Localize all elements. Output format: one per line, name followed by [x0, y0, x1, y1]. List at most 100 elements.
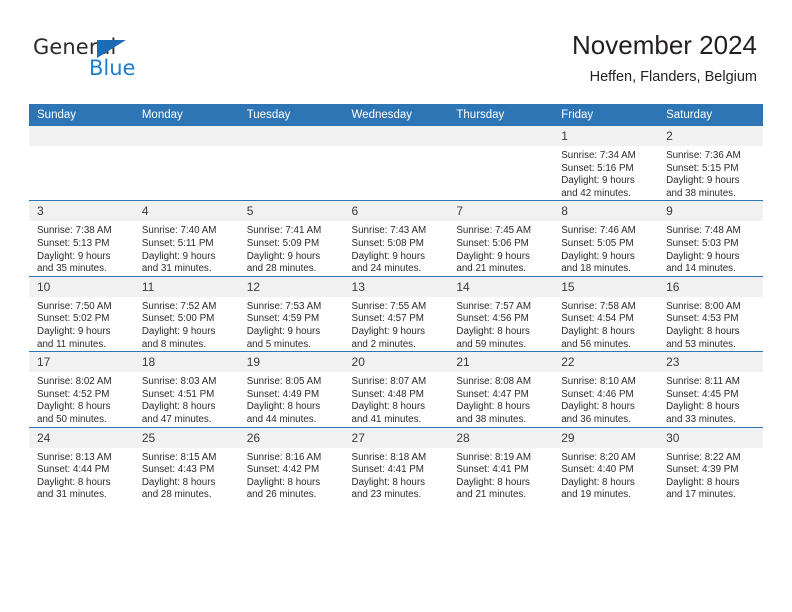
calendar-cell-empty	[448, 126, 554, 201]
day-details: Sunrise: 8:00 AM Sunset: 4:53 PM Daylight:…	[658, 297, 763, 351]
calendar-cell-empty	[343, 126, 449, 201]
daylight-text: and 47 minutes.	[141, 413, 212, 425]
logo-text-blue: Blue	[89, 56, 136, 80]
daylight-text: Daylight: 9 hours	[141, 250, 216, 262]
daylight-text: and 33 minutes.	[666, 413, 736, 425]
calendar-day-cell[interactable]: 20 Sunrise: 8:07 AM Sunset: 4:48 PM Dayligh…	[343, 351, 449, 427]
day-details: Sunrise: 8:02 AM Sunset: 4:52 PM Daylight:…	[29, 372, 134, 426]
calendar-day-cell[interactable]: 9 Sunrise: 7:48 AM Sunset: 5:03 PM Daylight…	[658, 200, 763, 277]
daylight-text: Daylight: 8 hours	[666, 401, 740, 413]
calendar-day-cell[interactable]: 6 Sunrise: 7:43 AM Sunset: 5:08 PM Daylight…	[343, 200, 449, 277]
sunrise-text: Sunrise: 8:10 AM	[561, 376, 636, 388]
day-details: Sunrise: 8:15 AM Sunset: 4:43 PM Daylight:…	[134, 448, 239, 502]
calendar-day-cell[interactable]: 27 Sunrise: 8:18 AM Sunset: 4:41 PM Dayligh…	[343, 426, 449, 502]
day-number: 6	[343, 201, 449, 222]
day-number: 28	[448, 427, 554, 448]
day-number: 3	[29, 201, 134, 222]
sunset-text: Sunset: 4:43 PM	[141, 464, 215, 476]
day-number	[133, 126, 239, 146]
sunrise-text: Sunrise: 7:43 AM	[351, 225, 427, 237]
sunrise-text: Sunrise: 7:53 AM	[246, 300, 322, 312]
calendar-day-cell[interactable]: 15 Sunrise: 7:58 AM Sunset: 4:54 PM Dayligh…	[553, 275, 659, 352]
daylight-text: and 42 minutes.	[561, 187, 631, 199]
daylight-text: Daylight: 8 hours	[246, 476, 321, 488]
weekday-header-tuesday: Tuesday	[238, 104, 344, 126]
page-subtitle: Heffen, Flanders, Belgium	[589, 69, 757, 85]
calendar-day-cell[interactable]: 2 Sunrise: 7:36 AM Sunset: 5:15 PM Daylight…	[658, 126, 763, 201]
daylight-text: Daylight: 9 hours	[666, 250, 740, 262]
sunrise-text: Sunrise: 7:50 AM	[37, 300, 112, 312]
sunset-text: Sunset: 5:02 PM	[37, 313, 110, 325]
day-number: 1	[553, 126, 659, 146]
calendar-day-cell[interactable]: 8 Sunrise: 7:46 AM Sunset: 5:05 PM Daylight…	[553, 200, 659, 277]
day-details: Sunrise: 7:38 AM Sunset: 5:13 PM Daylight:…	[29, 221, 134, 275]
calendar-day-cell[interactable]: 25 Sunrise: 8:15 AM Sunset: 4:43 PM Dayligh…	[133, 426, 239, 502]
sunset-text: Sunset: 4:48 PM	[351, 388, 424, 400]
day-details: Sunrise: 8:13 AM Sunset: 4:44 PM Daylight:…	[29, 448, 134, 502]
calendar-day-cell[interactable]: 22 Sunrise: 8:10 AM Sunset: 4:46 PM Dayligh…	[553, 351, 659, 427]
calendar-day-cell[interactable]: 1 Sunrise: 7:34 AM Sunset: 5:16 PM Daylight…	[553, 126, 659, 201]
daylight-text: and 50 minutes.	[37, 413, 107, 425]
calendar-day-cell[interactable]: 7 Sunrise: 7:45 AM Sunset: 5:06 PM Daylight…	[448, 200, 554, 277]
daylight-text: and 17 minutes.	[666, 489, 736, 501]
daylight-text: and 38 minutes.	[666, 187, 736, 199]
weekday-header-wednesday: Wednesday	[343, 104, 449, 126]
calendar-day-cell[interactable]: 30 Sunrise: 8:22 AM Sunset: 4:39 PM Dayligh…	[658, 426, 763, 502]
calendar-day-cell[interactable]: 26 Sunrise: 8:16 AM Sunset: 4:42 PM Dayligh…	[238, 426, 344, 502]
sunrise-text: Sunrise: 8:02 AM	[37, 376, 112, 388]
general-blue-logo[interactable]: General Blue	[33, 36, 213, 84]
day-number	[448, 126, 554, 146]
sunrise-text: Sunrise: 7:34 AM	[561, 150, 636, 161]
day-number: 23	[658, 352, 763, 373]
daylight-text: Daylight: 8 hours	[666, 476, 740, 488]
sunset-text: Sunset: 4:41 PM	[456, 464, 529, 476]
calendar-day-cell[interactable]: 16 Sunrise: 8:00 AM Sunset: 4:53 PM Dayligh…	[658, 275, 763, 352]
calendar-day-cell[interactable]: 14 Sunrise: 7:57 AM Sunset: 4:56 PM Dayligh…	[448, 275, 554, 352]
sunset-text: Sunset: 4:53 PM	[666, 313, 739, 325]
calendar-day-cell[interactable]: 5 Sunrise: 7:41 AM Sunset: 5:09 PM Daylight…	[238, 200, 344, 277]
day-details: Sunrise: 8:07 AM Sunset: 4:48 PM Daylight:…	[344, 372, 449, 426]
day-number: 24	[29, 427, 134, 448]
calendar-cell-empty	[29, 126, 134, 201]
day-number	[238, 126, 344, 146]
calendar-day-cell[interactable]: 13 Sunrise: 7:55 AM Sunset: 4:57 PM Dayligh…	[343, 275, 449, 352]
sunset-text: Sunset: 5:09 PM	[246, 237, 320, 249]
day-details: Sunrise: 7:41 AM Sunset: 5:09 PM Daylight:…	[239, 221, 344, 275]
daylight-text: and 28 minutes.	[246, 263, 317, 275]
day-number: 2	[658, 126, 763, 146]
day-details: Sunrise: 8:05 AM Sunset: 4:49 PM Daylight:…	[239, 372, 344, 426]
day-details: Sunrise: 7:43 AM Sunset: 5:08 PM Daylight:…	[344, 221, 449, 275]
calendar-week-row: 1 Sunrise: 7:34 AM Sunset: 5:16 PM Daylight…	[29, 126, 763, 201]
daylight-text: Daylight: 8 hours	[666, 325, 740, 337]
calendar-day-cell[interactable]: 21 Sunrise: 8:08 AM Sunset: 4:47 PM Dayligh…	[448, 351, 554, 427]
calendar-day-cell[interactable]: 3 Sunrise: 7:38 AM Sunset: 5:13 PM Daylight…	[29, 200, 134, 277]
sunset-text: Sunset: 4:54 PM	[561, 313, 634, 325]
sunrise-text: Sunrise: 8:15 AM	[141, 451, 217, 463]
calendar-day-cell[interactable]: 29 Sunrise: 8:20 AM Sunset: 4:40 PM Dayligh…	[553, 426, 659, 502]
sunrise-text: Sunrise: 8:16 AM	[246, 451, 322, 463]
title-block: November 2024 Heffen, Flanders, Belgium	[572, 28, 757, 88]
sunset-text: Sunset: 5:08 PM	[351, 237, 424, 249]
daylight-text: Daylight: 9 hours	[351, 325, 426, 337]
sunset-text: Sunset: 5:00 PM	[141, 313, 215, 325]
daylight-text: Daylight: 9 hours	[666, 175, 740, 187]
calendar-day-cell[interactable]: 24 Sunrise: 8:13 AM Sunset: 4:44 PM Dayligh…	[29, 426, 134, 502]
day-number: 29	[553, 427, 659, 448]
calendar-day-cell[interactable]: 4 Sunrise: 7:40 AM Sunset: 5:11 PM Daylight…	[133, 200, 239, 277]
daylight-text: and 18 minutes.	[561, 263, 631, 275]
calendar-day-cell[interactable]: 18 Sunrise: 8:03 AM Sunset: 4:51 PM Dayligh…	[133, 351, 239, 427]
calendar-day-cell[interactable]: 10 Sunrise: 7:50 AM Sunset: 5:02 PM Dayligh…	[29, 275, 134, 352]
daylight-text: Daylight: 8 hours	[141, 476, 216, 488]
sunset-text: Sunset: 4:51 PM	[141, 388, 215, 400]
calendar-day-cell[interactable]: 17 Sunrise: 8:02 AM Sunset: 4:52 PM Dayligh…	[29, 351, 134, 427]
calendar-day-cell[interactable]: 19 Sunrise: 8:05 AM Sunset: 4:49 PM Dayligh…	[238, 351, 344, 427]
sunrise-text: Sunrise: 7:48 AM	[666, 225, 741, 237]
calendar-day-cell[interactable]: 11 Sunrise: 7:52 AM Sunset: 5:00 PM Dayligh…	[133, 275, 239, 352]
sunset-text: Sunset: 5:16 PM	[561, 162, 634, 174]
daylight-text: and 44 minutes.	[246, 413, 317, 425]
sunset-text: Sunset: 4:39 PM	[666, 464, 739, 476]
calendar-day-cell[interactable]: 23 Sunrise: 8:11 AM Sunset: 4:45 PM Dayligh…	[658, 351, 763, 427]
calendar-day-cell[interactable]: 12 Sunrise: 7:53 AM Sunset: 4:59 PM Dayligh…	[238, 275, 344, 352]
daylight-text: and 2 minutes.	[351, 338, 416, 350]
calendar-day-cell[interactable]: 28 Sunrise: 8:19 AM Sunset: 4:41 PM Dayligh…	[448, 426, 554, 502]
